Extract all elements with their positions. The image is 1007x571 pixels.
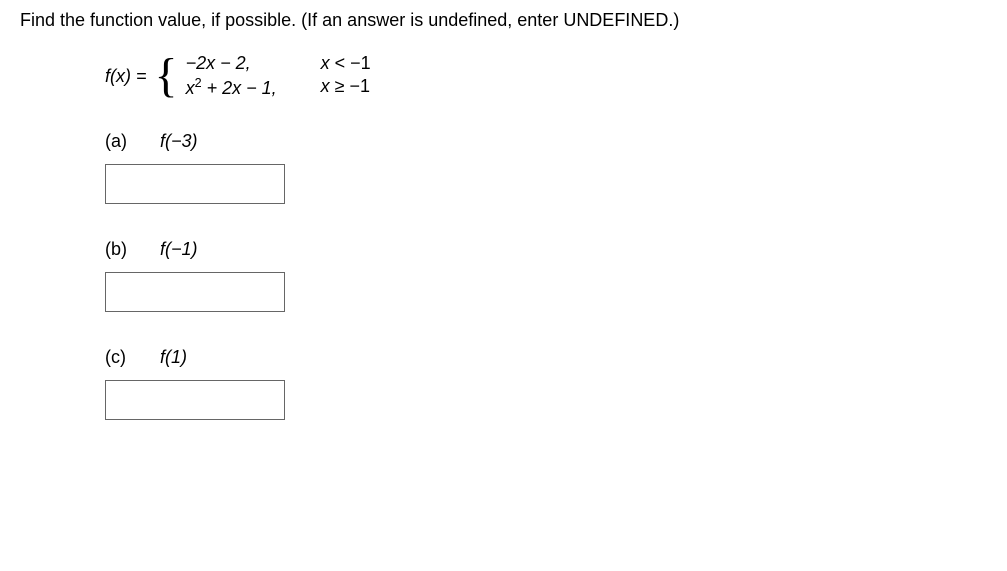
function-label: f(x) = bbox=[105, 66, 147, 87]
piecewise-cases: −2x − 2, x < −1 x2 + 2x − 1, x ≥ −1 bbox=[186, 51, 421, 101]
instruction-text: Find the function value, if possible. (I… bbox=[20, 10, 987, 31]
part-c: (c) f(1) bbox=[105, 347, 987, 420]
part-a-arg: (−3) bbox=[165, 131, 198, 151]
part-c-arg: (1) bbox=[165, 347, 187, 367]
part-c-label: (c) bbox=[105, 347, 155, 368]
part-b-label: (b) bbox=[105, 239, 155, 260]
piece2-rest: + 2x − 1, bbox=[202, 78, 277, 98]
part-b-question: f(−1) bbox=[160, 239, 198, 259]
part-a-answer-box[interactable] bbox=[105, 164, 285, 204]
piece1-cond-op: < bbox=[330, 53, 351, 73]
piece1-cond-val: −1 bbox=[350, 53, 371, 73]
piece1-cond-var: x bbox=[321, 53, 330, 73]
piece-row-2: x2 + 2x − 1, x ≥ −1 bbox=[186, 76, 421, 99]
piece1-condition: x < −1 bbox=[321, 53, 421, 74]
piece2-cond-op: ≥ bbox=[330, 76, 350, 96]
function-name-f: f bbox=[105, 66, 110, 86]
part-a-input[interactable] bbox=[110, 169, 284, 201]
part-c-input[interactable] bbox=[110, 385, 284, 417]
part-a-question: f(−3) bbox=[160, 131, 198, 151]
piece-row-1: −2x − 2, x < −1 bbox=[186, 53, 421, 74]
part-b-arg: (−1) bbox=[165, 239, 198, 259]
function-var-x: x bbox=[116, 66, 125, 86]
piece2-cond-val: −1 bbox=[349, 76, 370, 96]
part-a-label: (a) bbox=[105, 131, 155, 152]
part-b-answer-box[interactable] bbox=[105, 272, 285, 312]
function-definition: f(x) = { −2x − 2, x < −1 x2 + 2x − 1, x … bbox=[105, 51, 987, 101]
piece2-condition: x ≥ −1 bbox=[321, 76, 421, 99]
part-b-input[interactable] bbox=[110, 277, 284, 309]
function-equals: ) = bbox=[125, 66, 147, 86]
part-a: (a) f(−3) bbox=[105, 131, 987, 204]
piecewise-brace: { bbox=[155, 54, 178, 97]
piece2-cond-var: x bbox=[321, 76, 330, 96]
part-b: (b) f(−1) bbox=[105, 239, 987, 312]
piece2-expression: x2 + 2x − 1, bbox=[186, 76, 321, 99]
part-c-answer-box[interactable] bbox=[105, 380, 285, 420]
piece1-expr-text: −2x − 2, bbox=[186, 53, 251, 73]
piece2-x: x bbox=[186, 78, 195, 98]
piece1-expression: −2x − 2, bbox=[186, 53, 321, 74]
piece2-sup: 2 bbox=[195, 76, 202, 90]
part-c-question: f(1) bbox=[160, 347, 187, 367]
